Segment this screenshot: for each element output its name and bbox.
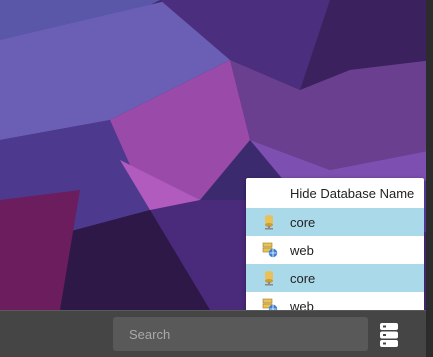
- menu-item-label: web: [290, 242, 314, 258]
- window-edge: [426, 0, 433, 357]
- db-web-icon: [262, 242, 278, 258]
- db-core-icon: [262, 214, 278, 230]
- menu-item-label: core: [290, 270, 316, 286]
- db-core-icon: [262, 270, 278, 286]
- menu-item-core[interactable]: core: [246, 208, 424, 236]
- menu-item-label: core: [290, 214, 316, 230]
- database-icon: [380, 323, 398, 347]
- menu-item-hide-database-name[interactable]: Hide Database Name: [246, 178, 424, 208]
- database-button[interactable]: [378, 322, 402, 348]
- menu-item-core[interactable]: core: [246, 264, 424, 292]
- menu-item-label: Hide Database Name: [290, 185, 415, 201]
- database-context-menu: Hide Database Name core web core web: [246, 178, 424, 320]
- search-placeholder: Search: [129, 326, 171, 342]
- taskbar: Search: [0, 310, 426, 357]
- search-input[interactable]: Search: [113, 317, 368, 351]
- menu-item-web[interactable]: web: [246, 236, 424, 264]
